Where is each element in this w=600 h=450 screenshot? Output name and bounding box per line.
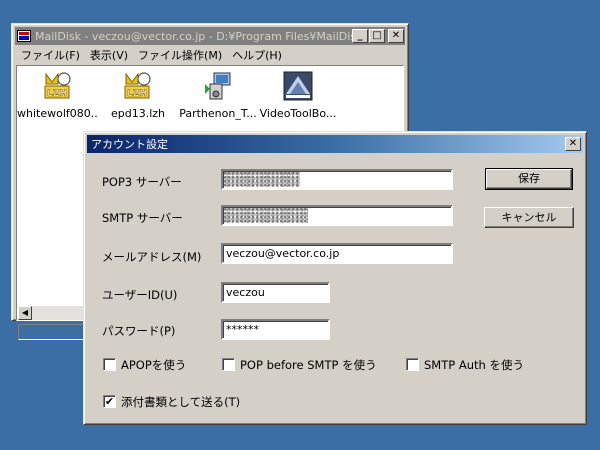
file-item[interactable]: Parthenon_T... (177, 70, 259, 120)
user-id-input[interactable]: veczou (221, 282, 330, 303)
minimize-button[interactable]: _ (352, 29, 368, 43)
menu-help[interactable]: ヘルプ(H) (227, 47, 287, 65)
app-icon (17, 30, 31, 42)
file-item[interactable]: LZH whitewolf080... (17, 70, 99, 120)
apop-checkbox[interactable] (103, 358, 116, 371)
lzh-archive-icon: LZH (44, 72, 71, 99)
svg-text:LZH: LZH (47, 89, 67, 99)
smtp-auth-checkbox[interactable] (406, 358, 419, 371)
maildisk-titlebar[interactable]: MailDisk - veczou@vector.co.jp - D:¥Prog… (15, 27, 405, 45)
close-button[interactable]: ✕ (388, 29, 404, 43)
smtp-server-label: SMTP サーバー (102, 211, 183, 225)
attach-label[interactable]: 添付書類として送る(T) (121, 394, 240, 410)
svg-text:LZH: LZH (127, 89, 147, 99)
pop-before-smtp-label[interactable]: POP before SMTP を使う (240, 357, 377, 373)
menu-file-ops[interactable]: ファイル操作(M) (133, 47, 227, 65)
pop3-server-label: POP3 サーバー (102, 175, 182, 189)
scroll-left-button[interactable]: ◀ (18, 306, 32, 320)
menubar: ファイル(F) 表示(V) ファイル操作(M) ヘルプ(H) (16, 47, 287, 65)
smtp-auth-label[interactable]: SMTP Auth を使う (424, 357, 524, 373)
file-name: whitewolf080... (17, 107, 99, 120)
file-item[interactable]: VideoToolBo... (257, 70, 339, 120)
pop-before-smtp-checkbox[interactable] (222, 358, 235, 371)
smtp-server-input[interactable] (221, 205, 453, 226)
video-tool-icon (283, 71, 313, 101)
file-name: epd13.lzh (110, 107, 166, 120)
maildisk-title: MailDisk - veczou@vector.co.jp - D:¥Prog… (35, 29, 352, 43)
check-mark-icon: ✔ (104, 395, 115, 408)
dialog-titlebar[interactable]: アカウント設定 ✕ (87, 135, 583, 153)
file-name: Parthenon_T... (179, 107, 257, 120)
dialog-title: アカウント設定 (91, 138, 168, 151)
dialog-close-button[interactable]: ✕ (565, 137, 581, 151)
file-name: VideoToolBo... (259, 107, 337, 120)
cancel-button[interactable]: キャンセル (484, 207, 574, 228)
attach-checkbox[interactable]: ✔ (103, 395, 116, 408)
save-button[interactable]: 保存 (485, 168, 573, 190)
masked-value (224, 172, 300, 187)
account-settings-dialog: アカウント設定 ✕ POP3 サーバー SMTP サーバー メールアドレス(M)… (83, 131, 587, 425)
pop3-server-input[interactable] (221, 169, 453, 190)
user-id-label: ユーザーID(U) (102, 288, 178, 302)
lzh-archive-icon: LZH (124, 72, 151, 99)
password-label: パスワード(P) (102, 324, 176, 338)
installer-icon (205, 72, 231, 100)
email-input[interactable]: veczou@vector.co.jp (221, 243, 453, 264)
menu-file[interactable]: ファイル(F) (16, 47, 85, 65)
password-input[interactable]: ****** (221, 319, 330, 340)
masked-value (224, 208, 308, 223)
email-label: メールアドレス(M) (102, 250, 202, 264)
menu-view[interactable]: 表示(V) (85, 47, 133, 65)
maximize-button[interactable]: □ (369, 29, 385, 43)
file-item[interactable]: LZH epd13.lzh (97, 70, 179, 120)
apop-label[interactable]: APOPを使う (121, 357, 186, 373)
